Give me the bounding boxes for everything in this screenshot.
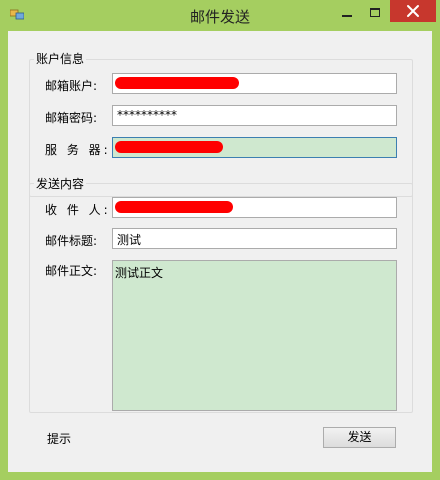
minimize-icon bbox=[342, 15, 352, 17]
maximize-button[interactable] bbox=[362, 4, 388, 24]
client-area: 账户信息 邮箱账户: 邮箱密码: ********** 服 务 器: 发送内容 … bbox=[8, 31, 432, 472]
send-content-legend: 发送内容 bbox=[34, 175, 87, 192]
email-account-label: 邮箱账户: bbox=[45, 79, 98, 93]
title-bar[interactable]: 邮件发送 bbox=[0, 0, 440, 30]
close-button[interactable] bbox=[390, 0, 436, 22]
close-icon bbox=[407, 5, 419, 17]
redaction-mark bbox=[115, 201, 233, 213]
hint-label: 提示 bbox=[47, 432, 72, 446]
email-password-label: 邮箱密码: bbox=[45, 111, 98, 125]
email-account-input[interactable] bbox=[112, 73, 397, 94]
redaction-mark bbox=[115, 77, 239, 89]
subject-label: 邮件标题: bbox=[45, 234, 98, 248]
body-label: 邮件正文: bbox=[45, 264, 98, 278]
minimize-button[interactable] bbox=[334, 4, 360, 24]
server-label: 服 务 器: bbox=[45, 143, 111, 157]
body-textarea[interactable]: 测试正文 bbox=[112, 260, 397, 411]
recipient-label: 收 件 人: bbox=[45, 203, 111, 217]
mail-send-window: 邮件发送 账户信息 邮箱账户: 邮箱密码: ********** 服 务 器: … bbox=[0, 0, 440, 480]
subject-input[interactable]: 测试 bbox=[112, 228, 397, 249]
recipient-input[interactable] bbox=[112, 197, 397, 218]
account-info-legend: 账户信息 bbox=[34, 50, 87, 67]
maximize-icon bbox=[370, 8, 380, 17]
send-button[interactable]: 发送 bbox=[323, 427, 396, 448]
email-password-input[interactable]: ********** bbox=[112, 105, 397, 126]
server-input[interactable] bbox=[112, 137, 397, 158]
redaction-mark bbox=[115, 141, 223, 153]
